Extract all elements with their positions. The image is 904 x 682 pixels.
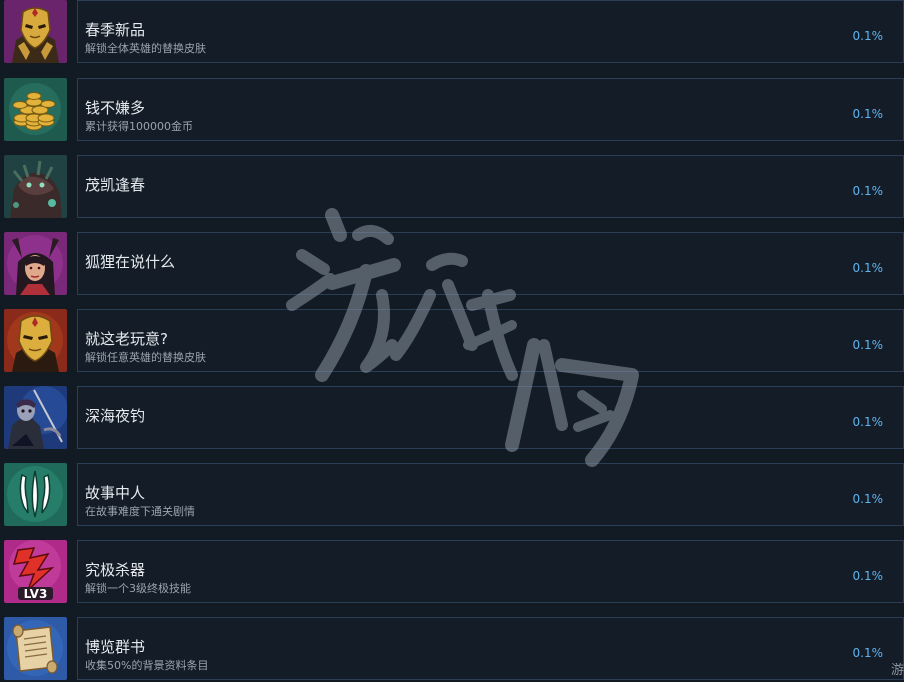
achievement-row[interactable]: 钱不嫌多 累计获得100000金币 0.1% <box>0 78 904 143</box>
achievement-desc: 累计获得100000金币 <box>85 120 193 133</box>
achievement-desc: 解锁任意英雄的替换皮肤 <box>85 351 206 364</box>
achievement-title: 茂凯逢春 <box>85 176 146 194</box>
achievement-row[interactable]: 博览群书 收集50%的背景资料条目 0.1% <box>0 617 904 682</box>
achievement-title: 深海夜钓 <box>85 407 146 425</box>
achievement-bar: 故事中人 在故事难度下通关剧情 0.1% <box>77 463 904 526</box>
lv3-label: LV3 <box>24 587 48 601</box>
achievement-row[interactable]: LV3 究极杀器 解锁一个3级终极技能 0.1% <box>0 540 904 605</box>
achievement-title: 春季新品 <box>85 21 146 39</box>
achievement-row[interactable]: 狐狸在说什么 0.1% <box>0 232 904 297</box>
achievement-percent: 0.1% <box>852 29 884 43</box>
achievement-desc: 在故事难度下通关剧情 <box>85 505 195 518</box>
achievement-row[interactable]: 茂凯逢春 0.1% <box>0 155 904 220</box>
achievement-row[interactable]: 就这老玩意? 解锁任意英雄的替换皮肤 0.1% <box>0 309 904 374</box>
fox-girl-icon <box>4 232 67 295</box>
achievement-bar: 狐狸在说什么 0.1% <box>77 232 904 295</box>
achievement-percent: 0.1% <box>852 646 884 660</box>
golden-mask-icon <box>4 309 67 372</box>
achievement-row[interactable]: 春季新品 解锁全体英雄的替换皮肤 0.1% <box>0 0 904 65</box>
achievement-title: 博览群书 <box>85 638 146 656</box>
achievement-percent: 0.1% <box>852 261 884 275</box>
achievement-desc: 解锁全体英雄的替换皮肤 <box>85 42 206 55</box>
achievement-desc: 解锁一个3级终极技能 <box>85 582 191 595</box>
achievement-title: 狐狸在说什么 <box>85 253 176 271</box>
achievement-bar: 钱不嫌多 累计获得100000金币 0.1% <box>77 78 904 141</box>
achievement-title: 故事中人 <box>85 484 146 502</box>
achievement-bar: 博览群书 收集50%的背景资料条目 0.1% <box>77 617 904 680</box>
scroll-icon <box>4 617 67 680</box>
corner-watermark-glyph: 游 <box>890 663 904 678</box>
achievement-percent: 0.1% <box>852 569 884 583</box>
achievement-title: 钱不嫌多 <box>85 99 146 117</box>
tree-monster-icon <box>4 155 67 218</box>
golden-mask-icon <box>4 0 67 63</box>
claw-emblem-icon <box>4 463 67 526</box>
lv3-ultimate-icon: LV3 <box>4 540 67 603</box>
achievement-title: 究极杀器 <box>85 561 146 579</box>
achievement-bar: 春季新品 解锁全体英雄的替换皮肤 0.1% <box>77 0 904 63</box>
achievement-bar: 究极杀器 解锁一个3级终极技能 0.1% <box>77 540 904 603</box>
undead-fisher-icon <box>4 386 67 449</box>
achievement-row[interactable]: 深海夜钓 0.1% <box>0 386 904 451</box>
achievement-percent: 0.1% <box>852 492 884 506</box>
achievement-percent: 0.1% <box>852 415 884 429</box>
achievement-title: 就这老玩意? <box>85 330 168 348</box>
achievement-bar: 就这老玩意? 解锁任意英雄的替换皮肤 0.1% <box>77 309 904 372</box>
achievement-percent: 0.1% <box>852 107 884 121</box>
achievement-row[interactable]: 故事中人 在故事难度下通关剧情 0.1% <box>0 463 904 528</box>
achievement-percent: 0.1% <box>852 184 884 198</box>
achievement-desc: 收集50%的背景资料条目 <box>85 659 209 672</box>
achievement-bar: 深海夜钓 0.1% <box>77 386 904 449</box>
gold-coins-icon <box>4 78 67 141</box>
achievement-percent: 0.1% <box>852 338 884 352</box>
achievement-bar: 茂凯逢春 0.1% <box>77 155 904 218</box>
